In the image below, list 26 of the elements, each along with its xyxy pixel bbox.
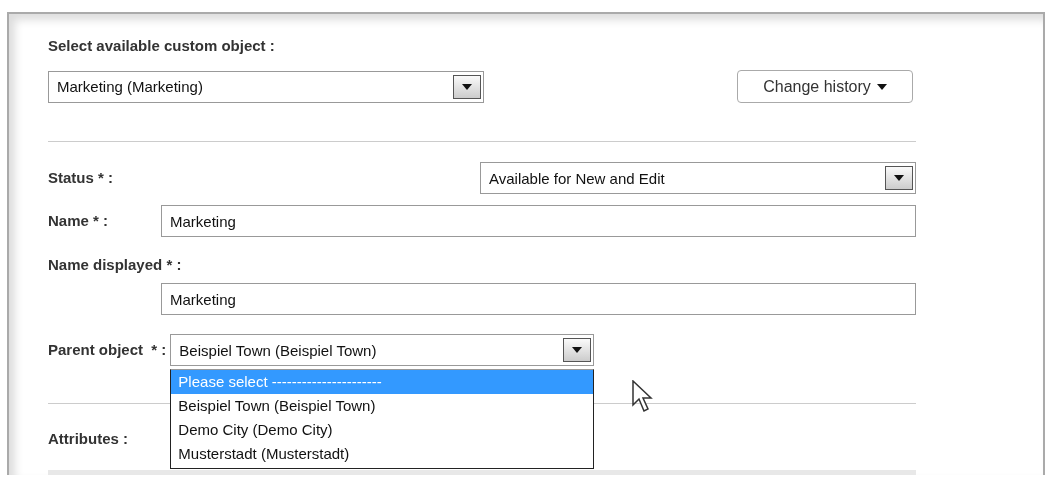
cursor-icon bbox=[632, 380, 654, 414]
dropdown-button[interactable] bbox=[885, 166, 913, 190]
change-history-button[interactable]: Change history bbox=[737, 70, 913, 103]
select-value: Available for New and Edit bbox=[489, 169, 665, 187]
dropdown-button[interactable] bbox=[563, 338, 592, 362]
input-field[interactable]: Marketing bbox=[161, 283, 916, 315]
caret-icon bbox=[876, 83, 887, 90]
caret-icon bbox=[462, 83, 472, 90]
caret-icon bbox=[894, 175, 904, 181]
caret-icon bbox=[572, 347, 583, 353]
field-label: Parent object * : bbox=[48, 340, 167, 360]
field-label: Name displayed * : bbox=[48, 255, 182, 275]
select-field[interactable]: Available for New and Edit bbox=[480, 162, 916, 194]
select-field[interactable]: Beispiel Town (Beispiel Town) bbox=[170, 334, 595, 366]
input-field[interactable]: Marketing bbox=[161, 205, 916, 237]
select-value: Beispiel Town (Beispiel Town) bbox=[179, 341, 377, 359]
select-field[interactable]: Marketing (Marketing) bbox=[48, 70, 484, 103]
dropdown-button[interactable] bbox=[453, 74, 481, 99]
select-value: Marketing (Marketing) bbox=[57, 78, 203, 95]
field-label: Name * : bbox=[48, 211, 110, 231]
dropdown-option[interactable]: Demo City (Demo City) bbox=[171, 418, 594, 442]
section-label: Attributes : bbox=[48, 429, 128, 449]
field-label: Status * : bbox=[48, 168, 113, 188]
dropdown-option[interactable]: Beispiel Town (Beispiel Town) bbox=[171, 394, 594, 418]
field-label: Select available custom object : bbox=[48, 36, 275, 56]
dropdown-option[interactable]: Musterstadt (Musterstadt) bbox=[171, 442, 594, 466]
